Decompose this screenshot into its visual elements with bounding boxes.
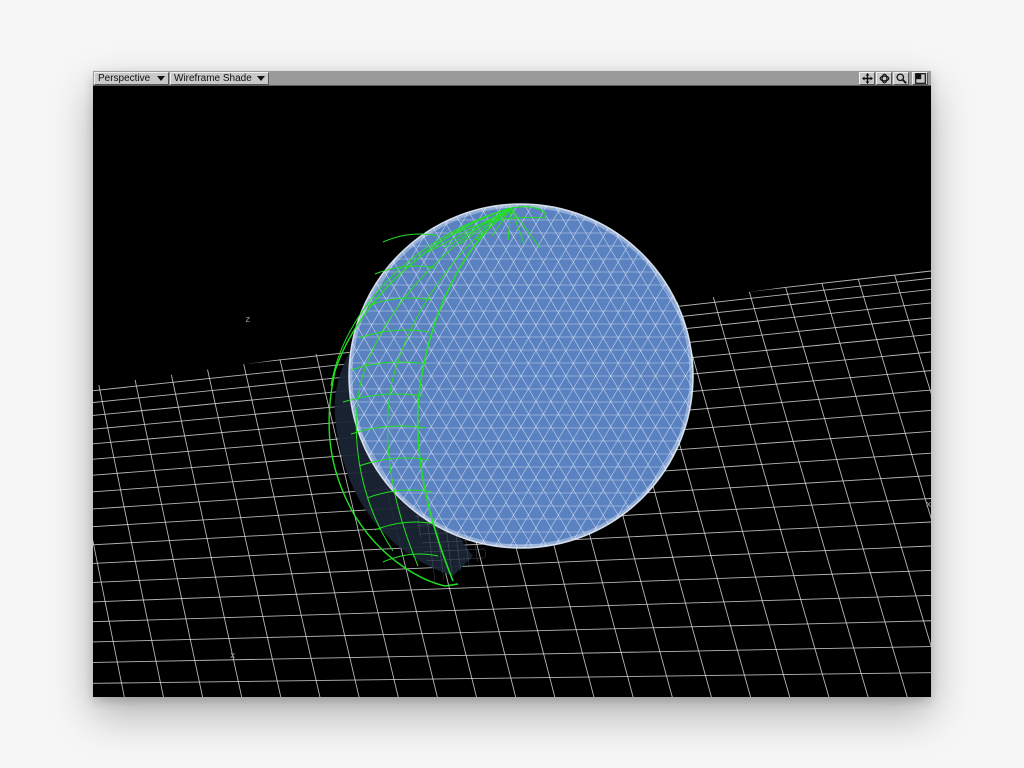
zoom-view-button[interactable] [893,72,909,85]
render-mode-label: Wireframe Shade [174,73,252,84]
move-view-button[interactable] [859,72,875,85]
scene-canvas[interactable]: z x x [93,86,931,697]
zoom-icon [895,73,907,84]
maximize-icon [914,73,926,84]
maximize-viewport-button[interactable] [912,72,928,85]
view-type-label: Perspective [98,73,151,84]
axis-label-x-right: x [926,500,931,510]
rotate-view-button[interactable] [876,72,892,85]
view-type-dropdown[interactable]: Perspective [94,72,169,85]
rotate-icon [879,73,889,84]
3d-scene[interactable]: z x x [93,86,931,697]
chevron-down-icon [257,76,265,81]
chevron-down-icon [157,76,165,81]
axis-label-z: z [245,315,250,325]
move-icon [861,73,873,84]
render-mode-dropdown[interactable]: Wireframe Shade [170,72,269,85]
viewport-window[interactable]: Perspective Wireframe Shade z x x [93,71,931,697]
axis-label-x-left: x [230,651,236,661]
viewport-toolbar: Perspective Wireframe Shade [93,71,931,86]
